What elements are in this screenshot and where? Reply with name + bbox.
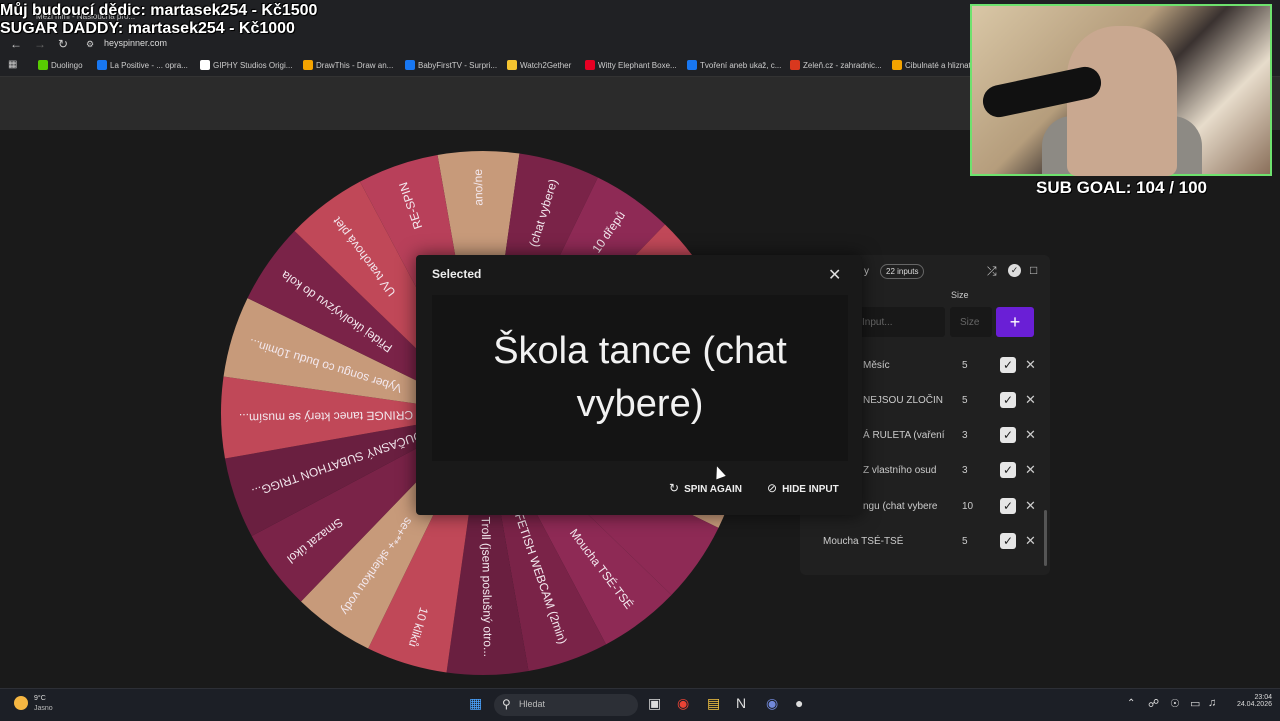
apps-grid-icon[interactable]: ▦ <box>8 59 17 70</box>
size-input[interactable]: Size <box>950 307 992 337</box>
discord-icon[interactable]: ◉ <box>766 695 778 712</box>
result-box: Škola tance (chat vybere) <box>432 295 848 461</box>
site-info-icon[interactable]: ⚙ <box>86 39 94 50</box>
size-placeholder: Size <box>960 317 980 328</box>
bookmark-favicon <box>97 60 107 70</box>
bookmark-item[interactable]: Witty Elephant Boxe... <box>585 60 677 70</box>
remove-icon[interactable]: ✕ <box>1025 427 1036 443</box>
panel-scrollbar[interactable] <box>1044 510 1047 566</box>
eye-off-icon: ⊘ <box>767 481 778 495</box>
bookmark-item[interactable]: Tvoření aneb ukaž, c... <box>687 60 781 70</box>
volume-icon[interactable]: ♫ <box>1208 697 1216 709</box>
remove-icon[interactable]: ✕ <box>1025 533 1036 549</box>
inputs-count-badge: 22 inputs <box>880 264 925 279</box>
notion-icon[interactable]: N <box>736 695 746 711</box>
dialog-title: Selected <box>432 267 482 281</box>
selected-result: Škola tance (chat vybere) <box>493 330 787 425</box>
system-clock[interactable]: 23:04 24.04.2026 <box>1228 694 1272 708</box>
wheel-segment-label: ano/ne <box>471 169 486 206</box>
taskbar-search[interactable]: ⚲ Hledat <box>494 694 638 716</box>
selected-dialog: Selected ✕ Škola tance (chat vybere) ↻ SP… <box>416 255 862 515</box>
remove-icon[interactable]: ✕ <box>1025 462 1036 478</box>
spin-again-button[interactable]: ↻ SPIN AGAIN <box>669 481 742 495</box>
entry-placeholder: Input... <box>862 317 893 328</box>
enabled-checkbox[interactable]: ✓ <box>1000 462 1016 478</box>
weather-desc: Jasno <box>34 705 53 712</box>
sub-goal-overlay: SUB GOAL: 104 / 100 <box>1036 178 1208 197</box>
panel-title: y <box>864 266 869 277</box>
bookmark-favicon <box>303 60 313 70</box>
enabled-checkbox[interactable]: ✓ <box>1000 392 1016 408</box>
obs-icon[interactable]: ● <box>795 695 803 711</box>
shuffle-icon[interactable]: ⤮ <box>987 264 997 279</box>
bookmark-favicon <box>38 60 48 70</box>
check-all-icon[interactable]: ✓ <box>1008 264 1021 277</box>
bookmark-item[interactable]: La Positive - ... opra... <box>97 60 188 70</box>
search-placeholder: Hledat <box>519 699 546 709</box>
taskbar: 9°C Jasno ▦ ⚲ Hledat ▣ ◉ ▤ N ◉ ● ⌃ ☍ ☉ ▭… <box>0 688 1280 721</box>
bookmark-item[interactable]: DrawThis - Draw an... <box>303 60 393 70</box>
bookmark-favicon <box>200 60 210 70</box>
enabled-checkbox[interactable]: ✓ <box>1000 357 1016 373</box>
reload-icon[interactable]: ↻ <box>58 37 68 51</box>
display-icon[interactable]: ▭ <box>1190 697 1200 710</box>
bookmark-favicon <box>507 60 517 70</box>
bookmark-item[interactable]: BabyFirstTV - Surpri... <box>405 60 497 70</box>
enabled-checkbox[interactable]: ✓ <box>1000 498 1016 514</box>
weather-moon-icon <box>14 696 28 710</box>
forward-icon[interactable]: → <box>34 37 46 51</box>
refresh-icon: ↻ <box>669 481 680 495</box>
trash-icon[interactable]: □ <box>1030 263 1037 277</box>
bookmark-favicon <box>790 60 800 70</box>
close-icon[interactable]: ✕ <box>828 265 841 285</box>
search-icon: ⚲ <box>502 697 511 711</box>
back-icon[interactable]: ← <box>10 37 22 51</box>
webcam-feed <box>970 4 1272 176</box>
wheel-segment-label: Troll (jsem poslušný otro... <box>479 517 495 657</box>
microphone-icon[interactable]: ☉ <box>1170 697 1180 710</box>
remove-icon[interactable]: ✕ <box>1025 498 1036 514</box>
bookmark-favicon <box>405 60 415 70</box>
donor-overlay-line1: Můj budoucí dědic: martasek254 - Kč1500 <box>0 2 318 19</box>
windows-start-icon[interactable]: ▦ <box>469 695 482 712</box>
hide-input-button[interactable]: ⊘ HIDE INPUT <box>767 481 839 495</box>
url-field[interactable]: heyspinner.com <box>104 38 167 48</box>
clock-time: 23:04 <box>1254 694 1272 701</box>
donor-overlay-line2: SUGAR DADDY: martasek254 - Kč1000 <box>0 20 295 37</box>
enabled-checkbox[interactable]: ✓ <box>1000 533 1016 549</box>
tray-chevron-icon[interactable]: ⌃ <box>1127 698 1135 709</box>
bookmark-item[interactable]: Zeleň.cz - zahradnic... <box>790 60 882 70</box>
list-item[interactable]: Moucha TSÉ-TSÉ 5 ✓ ✕ <box>800 526 1050 561</box>
bookmark-item[interactable]: GIPHY Studios Origi... <box>200 60 292 70</box>
network-icon[interactable]: ☍ <box>1148 697 1159 710</box>
enabled-checkbox[interactable]: ✓ <box>1000 427 1016 443</box>
webcam-person <box>1067 26 1177 176</box>
size-column-header: Size <box>951 290 969 300</box>
remove-icon[interactable]: ✕ <box>1025 357 1036 373</box>
task-view-icon[interactable]: ▣ <box>648 695 661 712</box>
bookmark-item[interactable]: Watch2Gether <box>507 60 571 70</box>
chrome-icon[interactable]: ◉ <box>677 695 689 712</box>
bookmark-item[interactable]: Cibulnaté a hliznat... <box>892 60 978 70</box>
weather-temp: 9°C <box>34 695 46 702</box>
bookmark-favicon <box>892 60 902 70</box>
bookmark-favicon <box>585 60 595 70</box>
file-explorer-icon[interactable]: ▤ <box>707 695 720 712</box>
add-entry-button[interactable]: + <box>996 307 1034 337</box>
bookmark-item[interactable]: Duolingo <box>38 60 83 70</box>
bookmark-favicon <box>687 60 697 70</box>
remove-icon[interactable]: ✕ <box>1025 392 1036 408</box>
clock-date: 24.04.2026 <box>1236 701 1272 708</box>
